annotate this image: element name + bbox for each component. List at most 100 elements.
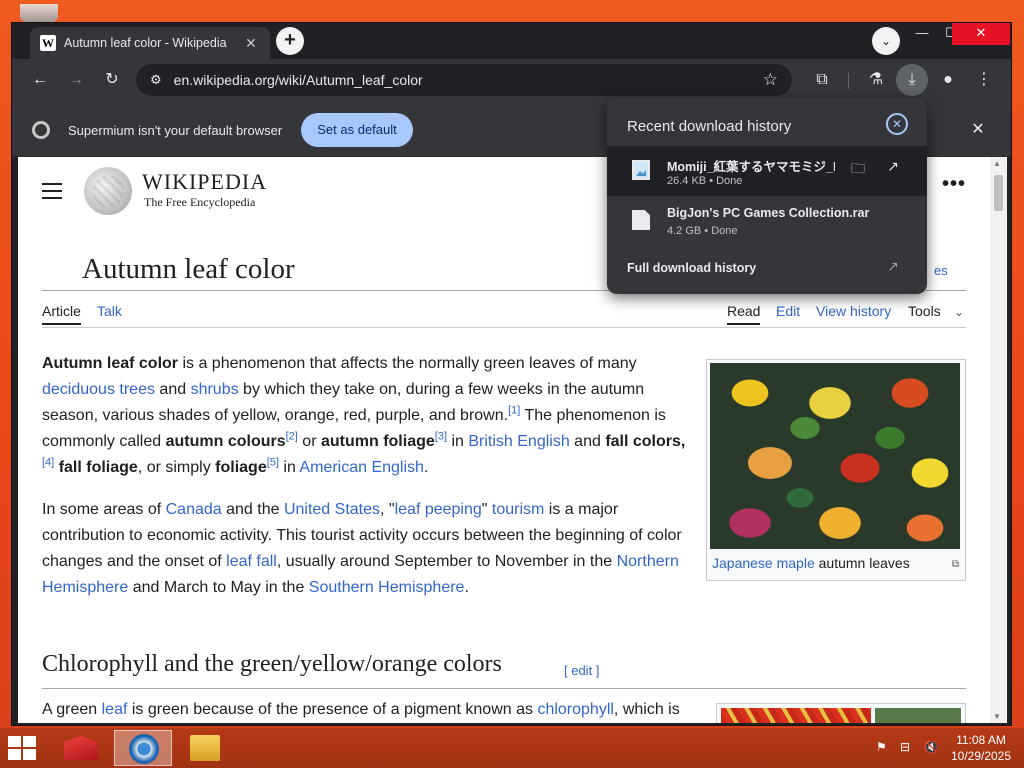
wiki-link[interactable]: United States <box>284 501 380 518</box>
wikipedia-favicon-icon: W <box>40 35 56 51</box>
open-external-icon[interactable]: ↗ <box>887 258 899 275</box>
wikipedia-wordmark[interactable]: WIKIPEDIA <box>142 169 267 195</box>
full-download-history-link[interactable]: Full download history <box>627 261 756 275</box>
open-external-icon[interactable]: ↗ <box>882 158 904 180</box>
citation-link[interactable]: [2] <box>286 431 298 443</box>
text-run: , or simply <box>137 459 216 476</box>
more-options-icon[interactable]: ••• <box>942 173 966 196</box>
toolbar-divider <box>848 73 849 89</box>
taskbar-app-file-explorer[interactable] <box>176 730 234 766</box>
japanese-maple-link[interactable]: Japanese maple <box>712 555 815 571</box>
citation-link[interactable]: [1] <box>508 405 520 417</box>
chevron-down-icon[interactable]: ⌄ <box>954 305 964 319</box>
tab-view-history[interactable]: View history <box>816 303 891 319</box>
bold-term: autumn colours <box>165 433 286 450</box>
network-icon[interactable]: ⊟ <box>900 740 910 754</box>
tab-search-button[interactable]: ⌄ <box>872 27 900 55</box>
wikipedia-globe-logo[interactable] <box>84 167 132 215</box>
wiki-link[interactable]: shrubs <box>191 381 239 398</box>
address-bar[interactable]: ⚙ en.wikipedia.org/wiki/Autumn_leaf_colo… <box>136 64 792 96</box>
show-in-folder-icon[interactable]: 🗀 <box>847 158 869 180</box>
citation-link[interactable]: [4] <box>42 457 54 469</box>
tab-article[interactable]: Article <box>42 303 81 325</box>
title-bar: W Autumn leaf color - Wikipedia ✕ + ⌄ — … <box>12 23 1011 59</box>
bookmark-star-icon[interactable]: ☆ <box>763 70 778 90</box>
clock-time: 11:08 AM <box>956 733 1006 747</box>
menu-kebab-icon[interactable]: ⋮ <box>970 66 998 94</box>
wiki-link[interactable]: tourism <box>492 501 544 518</box>
taskbar-app-browser[interactable] <box>114 730 172 766</box>
clock-date: 10/29/2025 <box>950 749 1012 763</box>
tools-dropdown[interactable]: Tools <box>908 303 941 319</box>
infobar-close-icon[interactable]: ✕ <box>968 119 988 139</box>
download-item[interactable]: Momiji_紅葉するヤマモミジ_B22 26.4 KB • Done 🗀 ↗ <box>607 146 927 196</box>
download-status: 4.2 GB • Done <box>667 225 738 237</box>
wiki-link[interactable]: Canada <box>166 501 222 518</box>
page-title: Autumn leaf color <box>82 253 295 285</box>
new-tab-button[interactable]: + <box>276 27 304 55</box>
text-run: and <box>154 381 191 398</box>
recycle-bin-icon[interactable] <box>20 4 58 22</box>
download-filename[interactable]: Momiji_紅葉するヤマモミジ_B22 <box>667 156 835 175</box>
tab-autumn-leaf-color[interactable]: W Autumn leaf color - Wikipedia ✕ <box>30 27 270 59</box>
bold-term: fall colors <box>605 433 681 450</box>
profile-icon[interactable]: ● <box>934 66 962 94</box>
wiki-link[interactable]: leaf fall <box>226 553 277 570</box>
extensions-puzzle-icon[interactable]: ⧉ <box>808 66 836 94</box>
labs-flask-icon[interactable]: ⚗ <box>862 66 890 94</box>
wiki-link[interactable]: American English <box>299 459 424 476</box>
text-run: A green <box>42 701 102 718</box>
text-run: in <box>278 459 300 476</box>
section-divider <box>42 688 966 689</box>
minimize-button[interactable]: — <box>907 23 937 45</box>
scroll-up-icon[interactable]: ▲ <box>993 159 1001 168</box>
download-history-popup: Recent download history ✕ Momiji_紅葉するヤマモ… <box>607 98 927 294</box>
taskbar-app-red[interactable] <box>52 730 110 766</box>
enlarge-icon[interactable]: ⧉ <box>952 559 959 570</box>
tab-talk[interactable]: Talk <box>97 303 122 319</box>
page-scrollbar[interactable]: ▲ ▼ <box>990 157 1007 723</box>
tab-close-icon[interactable]: ✕ <box>242 35 260 52</box>
download-filename[interactable]: BigJon's PC Games Collection.rar <box>667 206 897 220</box>
wiki-link[interactable]: British English <box>468 433 569 450</box>
japanese-maple-image[interactable] <box>710 363 960 549</box>
site-info-icon[interactable]: ⚙ <box>150 72 162 88</box>
reload-icon[interactable]: ↻ <box>98 66 126 94</box>
back-arrow-icon[interactable]: ← <box>26 66 54 94</box>
section-edit-link[interactable]: [ edit ] <box>564 663 599 678</box>
set-as-default-button[interactable]: Set as default <box>301 113 413 147</box>
wiki-link[interactable]: chlorophyll <box>537 701 613 718</box>
scroll-down-icon[interactable]: ▼ <box>993 712 1001 721</box>
section-heading-chlorophyll: Chlorophyll and the green/yellow/orange … <box>42 651 502 677</box>
windows-start-icon[interactable] <box>8 736 36 760</box>
wiki-link[interactable]: Southern Hemisphere <box>309 579 465 596</box>
system-clock[interactable]: 11:08 AM 10/29/2025 <box>948 732 1014 764</box>
red-leaf-image[interactable] <box>721 708 871 723</box>
wiki-link[interactable]: deciduous trees <box>42 381 155 398</box>
downloads-icon[interactable]: ⤓ <box>896 64 928 96</box>
text-run: , " <box>380 501 395 518</box>
text-run: . <box>464 579 469 596</box>
action-center-flag-icon[interactable]: ⚑ <box>876 740 887 754</box>
tab-edit[interactable]: Edit <box>776 303 800 319</box>
main-menu-icon[interactable] <box>42 183 62 204</box>
text-run: In some areas of <box>42 501 166 518</box>
close-window-button[interactable]: ✕ <box>952 23 1010 45</box>
url-text[interactable]: en.wikipedia.org/wiki/Autumn_leaf_color <box>174 72 763 88</box>
wiki-link[interactable]: leaf <box>102 701 128 718</box>
forward-arrow-icon[interactable]: → <box>62 66 90 94</box>
download-status: 26.4 KB • Done <box>667 175 743 187</box>
volume-muted-icon[interactable]: 🔇 <box>924 740 939 754</box>
citation-link[interactable]: [3] <box>435 431 447 443</box>
close-popup-icon[interactable]: ✕ <box>886 113 908 135</box>
bold-term: Autumn leaf color <box>42 355 179 372</box>
languages-link[interactable]: es <box>934 263 948 278</box>
tab-read[interactable]: Read <box>727 303 761 325</box>
green-leaf-image[interactable] <box>875 708 961 723</box>
chlorophyll-paragraph: A green leaf is green because of the pre… <box>42 697 690 723</box>
wiki-link[interactable]: leaf peeping <box>395 501 482 518</box>
toolbar: ← → ↻ ⚙ en.wikipedia.org/wiki/Autumn_lea… <box>12 59 1011 101</box>
scroll-thumb[interactable] <box>994 175 1003 211</box>
download-item[interactable]: BigJon's PC Games Collection.rar 4.2 GB … <box>607 196 927 246</box>
citation-link[interactable]: [5] <box>267 457 279 469</box>
